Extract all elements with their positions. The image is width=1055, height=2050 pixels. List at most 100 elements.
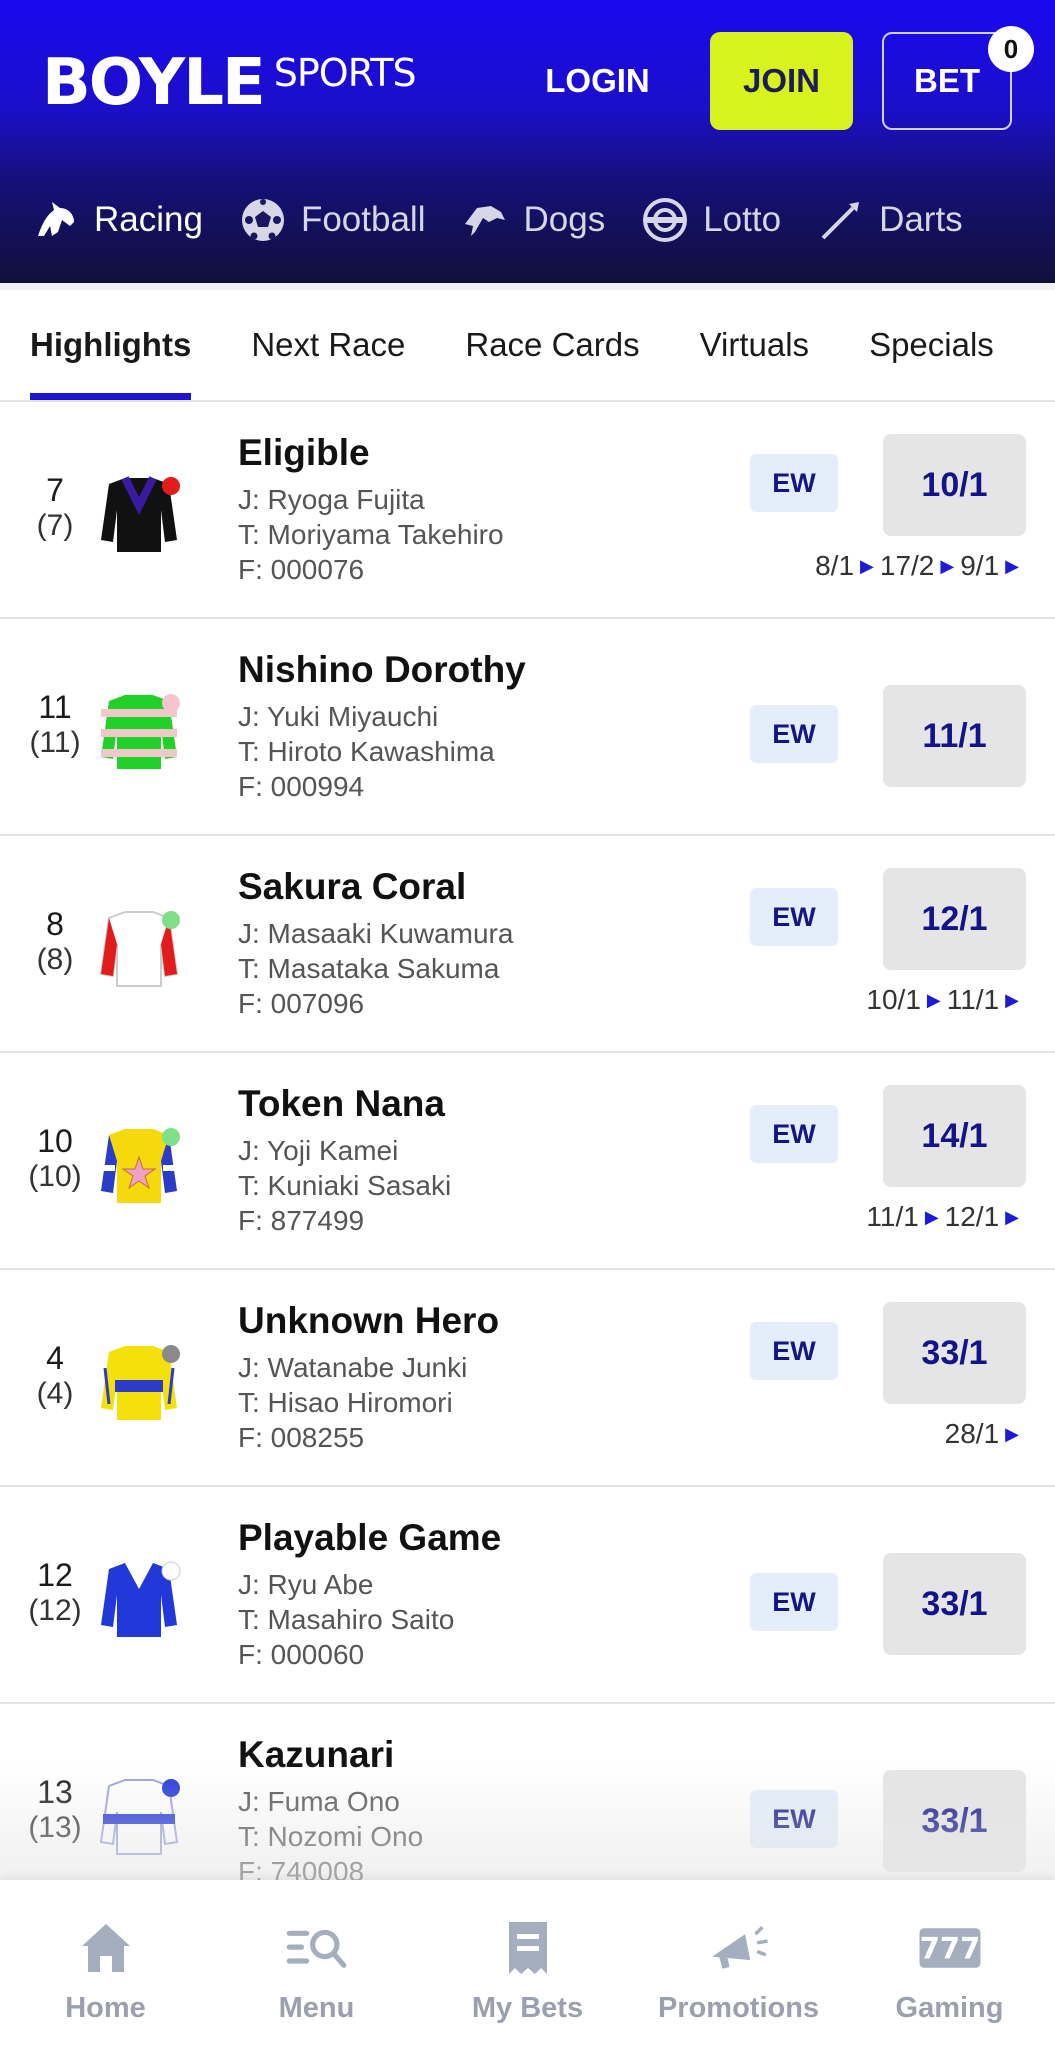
triangle-right-icon: ▶ xyxy=(1005,990,1019,1010)
each-way-button[interactable]: EW xyxy=(750,1105,838,1163)
join-button[interactable]: JOIN xyxy=(710,32,853,130)
sport-nav-label: Lotto xyxy=(703,200,782,239)
bottom-nav-label: Home xyxy=(65,1992,146,2024)
bottom-nav-home[interactable]: Home xyxy=(0,1880,211,2050)
runner-row: 12 (12) Playable Game J: Ryu Abe T: Masa… xyxy=(0,1487,1055,1704)
jockey-name: J: Watanabe Junki xyxy=(238,1352,468,1383)
odds-button[interactable]: 11/1 xyxy=(883,685,1026,787)
horse-name[interactable]: Token Nana xyxy=(238,1083,445,1125)
sport-nav-football[interactable]: Football xyxy=(239,196,425,244)
price-history-value: 9/1 xyxy=(960,550,1000,581)
logo-main-text: BOYLE xyxy=(42,46,266,120)
trainer-name: T: Hiroto Kawashima xyxy=(238,736,495,767)
jockey-name: J: Yoji Kamei xyxy=(238,1135,399,1166)
tab-specials[interactable]: Specials xyxy=(869,290,994,400)
trainer-name: T: Masahiro Saito xyxy=(238,1604,455,1635)
runner-list: 7 (7) Eligible J: Ryoga Fujita T: Moriya… xyxy=(0,402,1055,1921)
jockey-silk-icon xyxy=(95,1121,183,1209)
bottom-nav-label: Menu xyxy=(278,1992,355,2024)
draw-number: (10) xyxy=(28,1160,82,1193)
bottom-nav-menu[interactable]: Menu xyxy=(211,1880,422,2050)
sports-nav: Racing Football Dogs Lotto Darts xyxy=(0,180,1055,260)
form-text: F: 877499 xyxy=(238,1205,365,1236)
jockey-silk-icon xyxy=(95,904,183,992)
triangle-right-icon: ▶ xyxy=(1005,1424,1019,1444)
runner-number: 10 (10) xyxy=(22,1123,88,1195)
sport-nav-lotto[interactable]: Lotto xyxy=(641,196,781,244)
sport-nav-racing[interactable]: Racing xyxy=(32,196,203,244)
each-way-button[interactable]: EW xyxy=(750,705,838,763)
price-history: 28/1 ▶ xyxy=(945,1418,1025,1450)
each-way-button[interactable]: EW xyxy=(750,888,838,946)
bottom-nav-gaming[interactable]: 777 Gaming xyxy=(844,1880,1055,2050)
saddle-cloth-number: 7 xyxy=(46,472,64,508)
odds-button[interactable]: 10/1 xyxy=(883,434,1026,536)
trainer-name: T: Hisao Hiromori xyxy=(238,1387,453,1418)
horse-name[interactable]: Eligible xyxy=(238,432,370,474)
runner-row: 8 (8) Sakura Coral J: Masaaki Kuwamura T… xyxy=(0,836,1055,1053)
football-icon xyxy=(239,196,287,244)
price-history-value: 17/2 xyxy=(879,550,935,581)
price-history-value: 28/1 xyxy=(944,1418,1000,1449)
horse-name[interactable]: Playable Game xyxy=(238,1517,501,1559)
login-button[interactable]: LOGIN xyxy=(530,50,665,112)
svg-text:777: 777 xyxy=(919,1932,979,1966)
triangle-right-icon: ▶ xyxy=(926,990,941,1010)
runner-row: 11 (11) Nishino Dorothy J: Yuki Miyauchi… xyxy=(0,619,1055,836)
bottom-nav: Home Menu My Bets Promotions 777 Gaming xyxy=(0,1880,1055,2050)
horse-head-icon xyxy=(32,196,80,244)
tab-virtuals[interactable]: Virtuals xyxy=(700,290,809,400)
odds-button[interactable]: 33/1 xyxy=(883,1302,1026,1404)
greyhound-icon xyxy=(461,196,509,244)
price-history-value: 11/1 xyxy=(866,1201,919,1232)
saddle-cloth-number: 8 xyxy=(46,906,64,942)
price-history: 11/1 ▶ 12/1 ▶ xyxy=(866,1201,1025,1233)
draw-number: (7) xyxy=(36,509,74,542)
dart-icon xyxy=(817,196,865,244)
each-way-button[interactable]: EW xyxy=(750,1573,838,1631)
tab-race-cards[interactable]: Race Cards xyxy=(465,290,639,400)
jockey-silk-icon xyxy=(95,1338,183,1426)
bottom-nav-my-bets[interactable]: My Bets xyxy=(422,1880,633,2050)
boylesports-logo[interactable]: BOYLE SPORTS xyxy=(42,46,417,120)
bottom-nav-promotions[interactable]: Promotions xyxy=(633,1880,844,2050)
scroll-peek xyxy=(0,283,1055,290)
saddle-cloth-number: 4 xyxy=(46,1340,64,1376)
trainer-name: T: Masataka Sakuma xyxy=(238,953,500,984)
bottom-nav-label: Gaming xyxy=(895,1992,1004,2024)
runner-number: 7 (7) xyxy=(22,472,88,544)
jockey-name: J: Yuki Miyauchi xyxy=(238,701,439,732)
sport-nav-dogs[interactable]: Dogs xyxy=(461,196,605,244)
horse-name[interactable]: Sakura Coral xyxy=(238,866,466,908)
triangle-right-icon: ▶ xyxy=(860,556,874,576)
megaphone-icon xyxy=(707,1916,771,1980)
odds-button[interactable]: 33/1 xyxy=(883,1553,1026,1655)
jockey-name: J: Masaaki Kuwamura xyxy=(238,918,514,949)
triangle-right-icon: ▶ xyxy=(1005,556,1019,576)
form-text: F: 007096 xyxy=(238,988,365,1019)
runner-number: 13 (13) xyxy=(22,1774,88,1846)
draw-number: (12) xyxy=(28,1594,82,1627)
each-way-button[interactable]: EW xyxy=(750,454,838,512)
price-history: 10/1 ▶ 11/1 ▶ xyxy=(866,984,1025,1016)
each-way-button[interactable]: EW xyxy=(750,1322,838,1380)
sport-nav-darts[interactable]: Darts xyxy=(817,196,963,244)
tab-next-race[interactable]: Next Race xyxy=(251,290,405,400)
triangle-right-icon: ▶ xyxy=(924,1207,939,1227)
horse-name[interactable]: Nishino Dorothy xyxy=(238,649,526,691)
tab-highlights[interactable]: Highlights xyxy=(30,290,192,400)
jockey-name: J: Fuma Ono xyxy=(238,1786,400,1817)
bet-slip-icon xyxy=(496,1916,560,1980)
horse-name[interactable]: Kazunari xyxy=(238,1734,394,1776)
each-way-button[interactable]: EW xyxy=(750,1790,838,1848)
odds-button[interactable]: 12/1 xyxy=(883,868,1026,970)
lotto-ball-icon xyxy=(641,196,689,244)
runner-number: 4 (4) xyxy=(22,1340,88,1412)
odds-button[interactable]: 33/1 xyxy=(883,1770,1026,1872)
jockey-name: J: Ryu Abe xyxy=(238,1569,374,1600)
runner-number: 11 (11) xyxy=(22,689,88,761)
sport-nav-label: Racing xyxy=(94,200,203,239)
odds-button[interactable]: 14/1 xyxy=(883,1085,1026,1187)
home-icon xyxy=(74,1916,138,1980)
horse-name[interactable]: Unknown Hero xyxy=(238,1300,499,1342)
